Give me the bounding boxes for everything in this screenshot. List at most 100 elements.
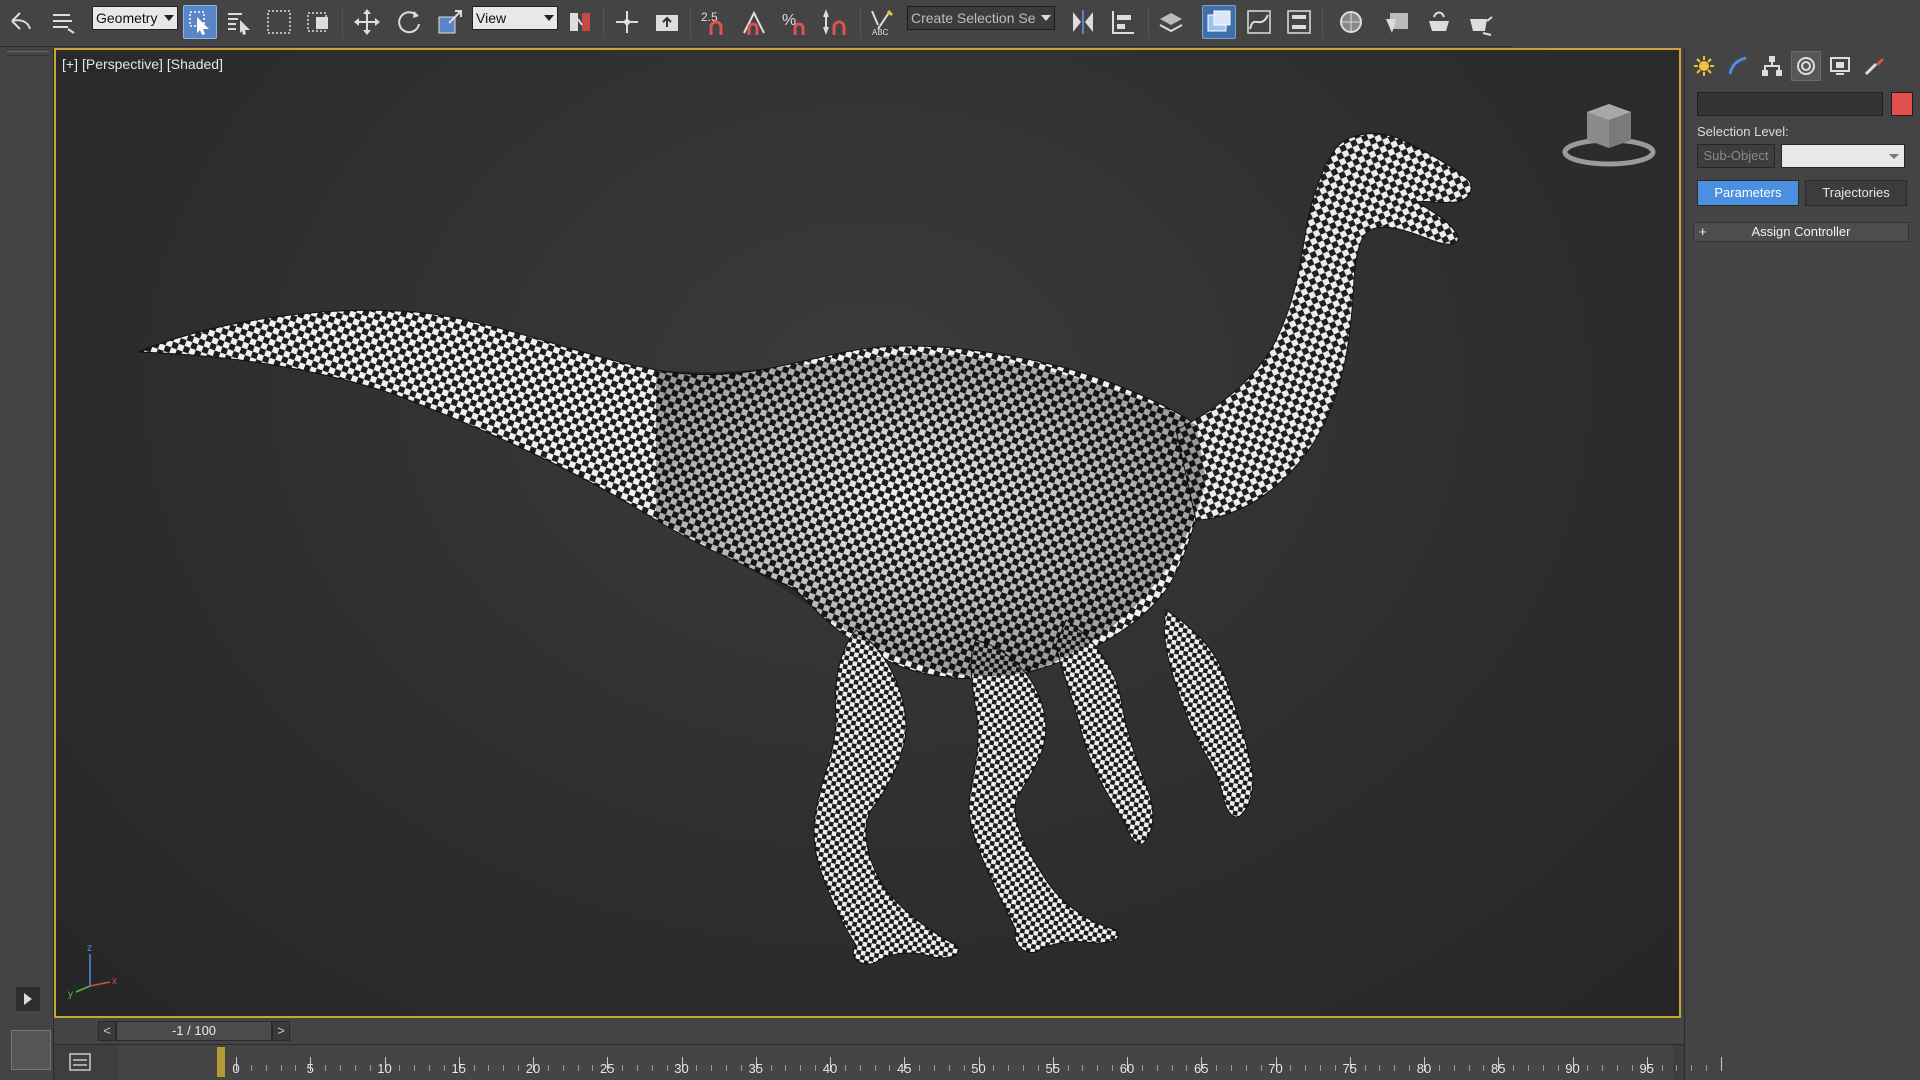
- named-selection-dropdown[interactable]: Create Selection Se: [907, 6, 1055, 30]
- selection-filter-dropdown[interactable]: Geometry: [92, 6, 178, 30]
- object-color-swatch[interactable]: [1891, 92, 1913, 116]
- timeline-tick: [473, 1065, 475, 1071]
- redo-icon[interactable]: [46, 5, 80, 39]
- timeline-tick: [1320, 1065, 1322, 1071]
- timeline-tick-label: 50: [971, 1061, 986, 1076]
- mini-curve-editor-icon[interactable]: [68, 1051, 92, 1073]
- timeline-tick: [325, 1065, 327, 1071]
- next-frame-button[interactable]: >: [272, 1021, 290, 1041]
- snap-toggle-icon[interactable]: 2.5: [697, 5, 731, 39]
- timeline-tick-label: 40: [822, 1061, 838, 1076]
- timeline-tick-label: 15: [451, 1061, 466, 1076]
- timeline-tick-label: 85: [1491, 1061, 1506, 1076]
- timeline-tick-label: 5: [306, 1061, 314, 1076]
- select-manipulate-icon[interactable]: [610, 5, 644, 39]
- timeline-tick: [1542, 1065, 1544, 1071]
- timeline-tick-label: 10: [377, 1061, 392, 1076]
- timeline-tick: [1156, 1065, 1158, 1071]
- timeline-tick: [577, 1065, 579, 1071]
- edit-named-selection-icon[interactable]: ABC: [864, 5, 898, 39]
- pivot-center-icon[interactable]: [563, 5, 597, 39]
- mirror-icon[interactable]: [1066, 5, 1100, 39]
- viewport-label[interactable]: [+] [Perspective] [Shaded]: [62, 56, 227, 72]
- time-slider-thumb[interactable]: -1 / 100: [116, 1021, 272, 1041]
- render-production-icon[interactable]: [1463, 5, 1497, 39]
- perspective-viewport[interactable]: [+] [Perspective] [Shaded] z x y: [54, 48, 1681, 1018]
- create-icon[interactable]: [1689, 51, 1719, 81]
- track-bar-ruler[interactable]: 0 5 10 15 20 25 30 35 40 45 50 55 60 65 70 75 80 85 90 95: [118, 1045, 1722, 1080]
- timeline-tick-label: 80: [1416, 1061, 1432, 1076]
- rectangular-selection-icon[interactable]: [262, 5, 296, 39]
- svg-text:z: z: [87, 943, 92, 954]
- viewport-menu-label[interactable]: [+]: [62, 56, 78, 72]
- timeline-tick: [1305, 1065, 1307, 1071]
- timeline-tick: [1721, 1057, 1722, 1071]
- timeline-tick: [844, 1065, 846, 1071]
- timeline-tick-label: 30: [674, 1061, 689, 1076]
- scale-icon[interactable]: [433, 5, 467, 39]
- scene-explorer-icon[interactable]: [1202, 5, 1236, 39]
- timeline-tick: [1186, 1065, 1188, 1071]
- parameters-button[interactable]: Parameters: [1697, 180, 1799, 206]
- material-editor-icon[interactable]: [1334, 5, 1368, 39]
- trajectories-button[interactable]: Trajectories: [1805, 180, 1907, 206]
- timeline-tick-label: 60: [1119, 1061, 1135, 1076]
- track-bar: 0 5 10 15 20 25 30 35 40 45 50 55 60 65 70 75 80 85 90 95: [54, 1044, 1722, 1080]
- reference-coordinate-dropdown[interactable]: View: [472, 6, 558, 30]
- undo-icon[interactable]: [4, 5, 38, 39]
- time-slider-track[interactable]: [290, 1021, 1680, 1041]
- expand-layout-tab-icon[interactable]: [16, 987, 40, 1011]
- viewport-view-label[interactable]: [Perspective]: [82, 56, 163, 72]
- hierarchy-icon[interactable]: [1757, 51, 1787, 81]
- keyboard-shortcut-icon[interactable]: [650, 5, 684, 39]
- object-name-field[interactable]: [1697, 92, 1883, 116]
- toolbar-separator: [860, 8, 861, 38]
- window-crossing-icon[interactable]: [302, 5, 336, 39]
- percent-snap-icon[interactable]: %: [778, 5, 812, 39]
- spinner-snap-icon[interactable]: [818, 5, 852, 39]
- select-by-name-icon[interactable]: [222, 5, 256, 39]
- dinosaur-neck: [1175, 133, 1472, 521]
- utilities-icon[interactable]: [1859, 51, 1889, 81]
- timeline-tick-label: 35: [748, 1061, 763, 1076]
- timeline-tick-label: 65: [1194, 1061, 1209, 1076]
- chevron-down-icon: [1889, 154, 1899, 159]
- timeline-tick: [1334, 1065, 1336, 1071]
- timeline-tick-label: 90: [1565, 1061, 1580, 1076]
- select-object-icon[interactable]: [183, 5, 217, 39]
- timeline-tick: [1706, 1065, 1708, 1071]
- curve-editor-icon[interactable]: [1242, 5, 1276, 39]
- modify-icon[interactable]: [1723, 51, 1753, 81]
- angle-snap-icon[interactable]: [738, 5, 772, 39]
- rendered-frame-window-icon[interactable]: [1422, 5, 1456, 39]
- timeline-tick: [354, 1065, 356, 1071]
- timeline-tick-label: 0: [232, 1061, 240, 1076]
- motion-icon[interactable]: [1791, 51, 1821, 81]
- drag-handle[interactable]: [7, 51, 49, 56]
- dinosaur-model[interactable]: [56, 50, 1681, 1018]
- timeline-tick: [1483, 1065, 1485, 1071]
- chevron-down-icon: [1041, 15, 1051, 21]
- current-frame-marker[interactable]: [217, 1047, 226, 1077]
- schematic-view-icon[interactable]: [1282, 5, 1316, 39]
- selection-level-label: Selection Level:: [1697, 124, 1789, 139]
- layer-explorer-icon[interactable]: [1154, 5, 1188, 39]
- previous-frame-button[interactable]: <: [98, 1021, 116, 1041]
- viewport-layout-tab[interactable]: [11, 1030, 51, 1070]
- timeline-tick: [592, 1065, 594, 1071]
- viewport-shading-label[interactable]: [Shaded]: [167, 56, 223, 72]
- sub-object-dropdown[interactable]: [1781, 144, 1905, 168]
- sub-object-button[interactable]: Sub-Object: [1697, 144, 1775, 168]
- move-icon[interactable]: [350, 5, 384, 39]
- viewcube-icon[interactable]: [1561, 100, 1657, 170]
- timeline-tick: [1230, 1065, 1232, 1071]
- align-icon[interactable]: [1106, 5, 1140, 39]
- timeline-tick: [1097, 1065, 1099, 1071]
- render-setup-icon[interactable]: [1380, 5, 1414, 39]
- assign-controller-rollout[interactable]: + Assign Controller: [1693, 222, 1909, 242]
- timeline-tick: [963, 1065, 965, 1071]
- timeline-tick: [369, 1065, 371, 1071]
- rotate-icon[interactable]: [392, 5, 426, 39]
- display-icon[interactable]: [1825, 51, 1855, 81]
- toolbar-empty-area: [1512, 0, 1920, 47]
